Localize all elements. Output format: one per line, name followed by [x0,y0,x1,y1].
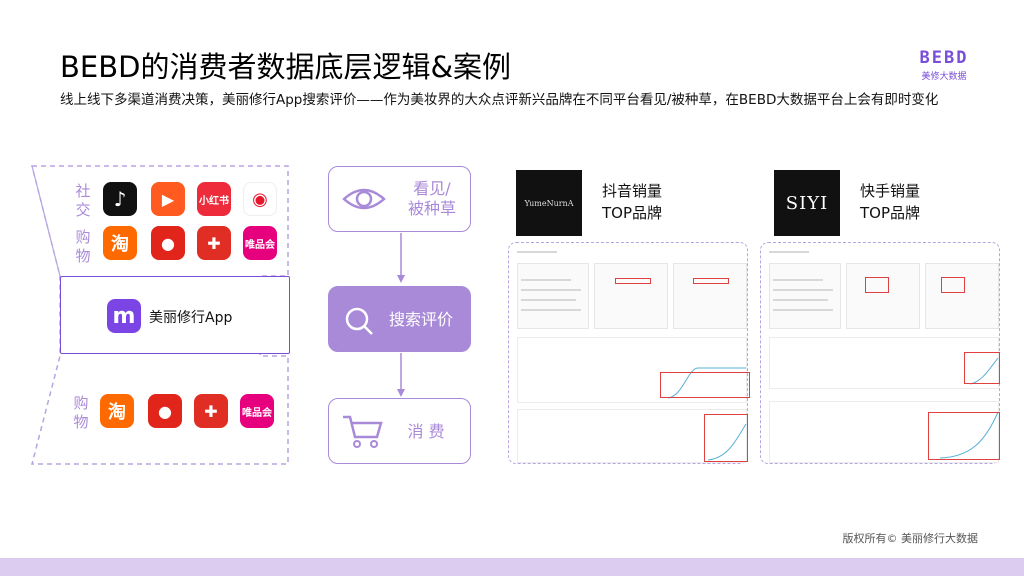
douyin-dashboard-screenshot [508,242,750,464]
pinduoduo-icon: ✚ [197,226,231,260]
pinduoduo-icon: ✚ [194,394,228,428]
douyin-title-line2: TOP品牌 [602,204,663,222]
meili-app-name: 美丽修行App [149,310,233,326]
step-seen-seeded: 看见/ 被种草 [328,166,471,232]
copyright-text: 版权所有© 美丽修行大数据 [842,532,979,545]
brand-wordmark: SIYI [785,192,829,214]
footer-bar [0,558,1024,576]
jd-icon: ● [151,226,185,260]
jd-icon: ● [148,394,182,428]
social-label: 社交 [75,182,91,219]
shopping-label-top: 购物 [75,228,91,265]
taobao-icon: 淘 [103,226,137,260]
logo-mark: BEBD [919,48,969,68]
douyin-top-brand-logo: YumeNurnA [516,170,582,236]
arrow-down-icon [397,353,405,397]
kuaishou-dashboard-screenshot [760,242,1000,464]
shopping-label-bottom: 购物 [73,394,89,431]
search-icon [345,307,373,335]
bebd-logo: BEBD 美修大数据 [916,48,972,82]
douyin-icon: ♪ [103,182,137,216]
taobao-icon: 淘 [100,394,134,428]
page-subtitle: 线上线下多渠道消费决策，美丽修行App搜索评价——作为美妆界的大众点评新兴品牌在… [60,92,939,108]
step2-label: 搜索评价 [388,310,453,329]
step-search-review: 搜索评价 [328,286,471,352]
logo-subtitle: 美修大数据 [921,72,967,82]
arrow-down-icon [397,233,405,283]
kuaishou-title-line2: TOP品牌 [860,204,921,222]
vipshop-icon: 唯品会 [243,226,277,260]
meili-app-box: m 美丽修行App [60,276,290,354]
weibo-icon: ◉ [243,182,277,216]
step1-line2: 被种草 [407,199,456,218]
kuaishou-panel-title: 快手销量 TOP品牌 [860,180,920,224]
xiaohongshu-icon: 小红书 [197,182,231,216]
meili-app-icon: m [107,299,141,333]
brand-wordmark: YumeNurnA [524,198,574,208]
vipshop-icon: 唯品会 [240,394,274,428]
douyin-panel-title: 抖音销量 TOP品牌 [602,180,662,224]
kuaishou-icon: ▶ [151,182,185,216]
kuaishou-title-line1: 快手销量 [860,182,921,200]
step3-label: 消 费 [407,422,445,441]
eye-icon [342,188,386,210]
step1-line1: 看见/ [413,179,451,198]
page-title: BEBD的消费者数据底层逻辑&案例 [60,50,512,84]
kuaishou-top-brand-logo: SIYI [774,170,840,236]
cart-icon [343,415,383,448]
douyin-title-line1: 抖音销量 [602,182,663,200]
step-consume: 消 费 [328,398,471,464]
